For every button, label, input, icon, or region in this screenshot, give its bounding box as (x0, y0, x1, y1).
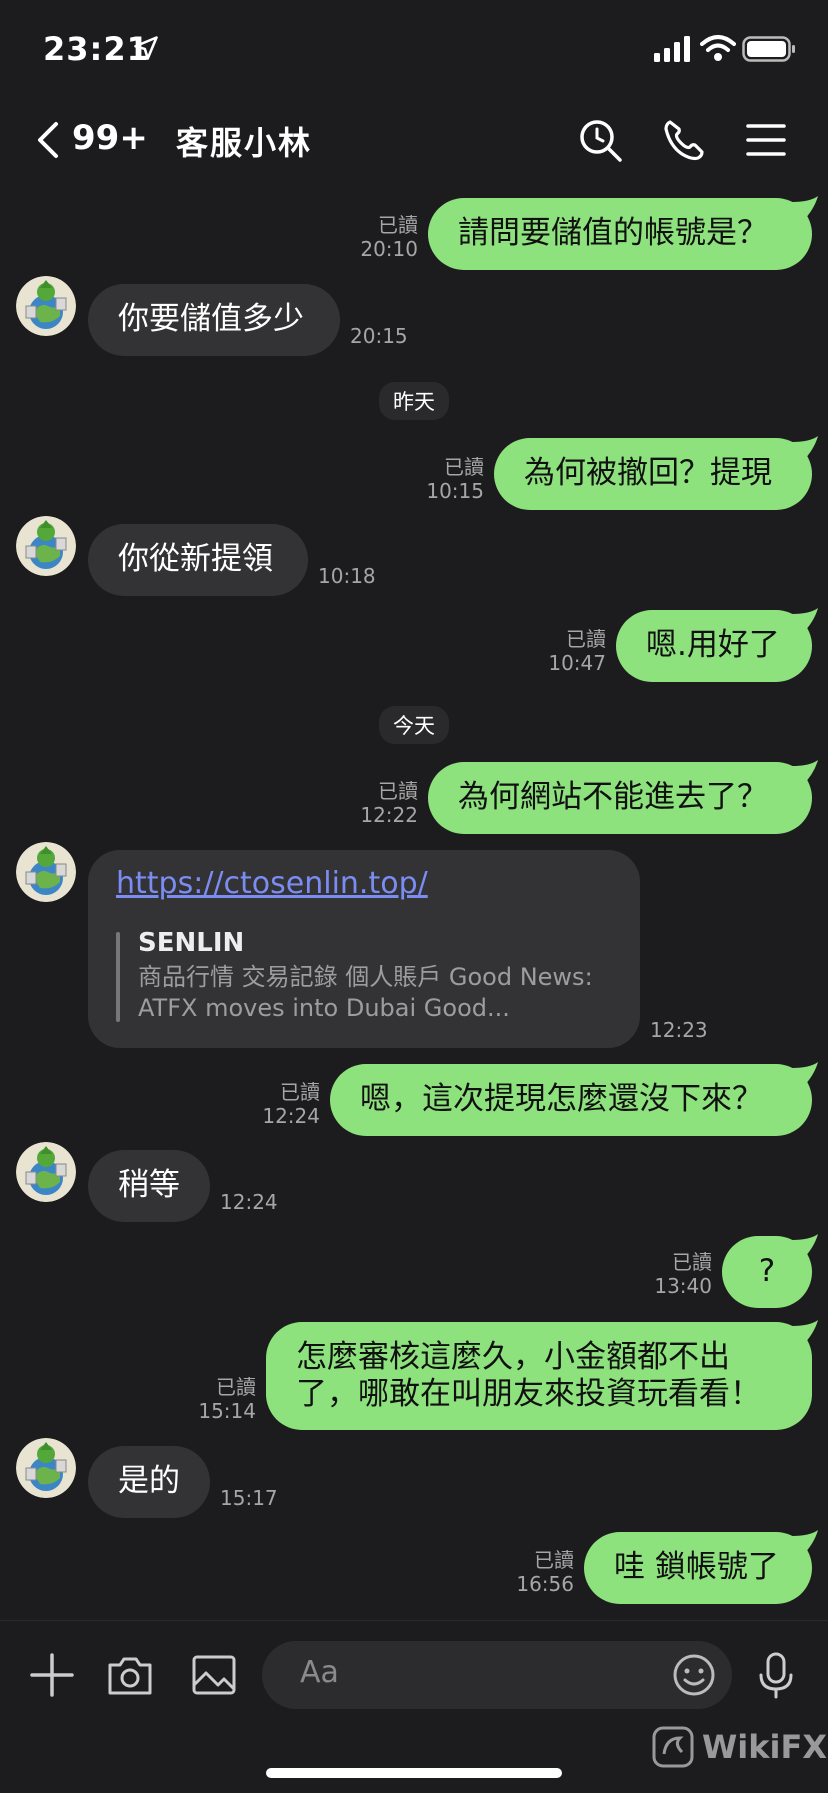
message-input[interactable]: Aa (262, 1641, 732, 1709)
bubble-tail (792, 1062, 818, 1088)
read-receipt: 已讀 (534, 1548, 574, 1572)
bubble-tail (792, 1234, 818, 1260)
wifi-icon (700, 35, 736, 61)
incoming-bubble[interactable]: 你要儲值多少 (88, 284, 340, 356)
unread-count[interactable]: 99+ (72, 118, 148, 158)
bubble-tail (792, 608, 818, 634)
read-receipt: 已讀 (280, 1080, 320, 1104)
link-description: 商品行情 交易記錄 個人賬戶 Good News: ATFX moves int… (138, 963, 593, 1022)
outgoing-bubble[interactable]: 怎麼審核這麼久，小金額都不出 了，哪敢在叫朋友來投資玩看看！ (266, 1322, 812, 1430)
message-time: 20:15 (350, 324, 408, 348)
message-time: 12:22 (360, 803, 418, 827)
phone-icon[interactable] (660, 116, 708, 164)
image-icon[interactable] (190, 1651, 238, 1699)
plus-icon[interactable] (28, 1651, 76, 1699)
home-indicator[interactable] (266, 1768, 562, 1778)
wikifx-logo-icon (652, 1726, 694, 1768)
read-receipt: 已讀 (216, 1375, 256, 1399)
status-bar: 23:21 (0, 0, 828, 100)
message-time: 10:18 (318, 564, 376, 588)
read-receipt: 已讀 (444, 455, 484, 479)
back-chevron-icon[interactable] (34, 120, 60, 160)
search-icon[interactable] (576, 116, 624, 164)
message-time: 13:40 (654, 1274, 712, 1298)
emoji-icon[interactable] (672, 1653, 716, 1697)
read-receipt: 已讀 (378, 779, 418, 803)
camera-icon[interactable] (106, 1651, 154, 1699)
link-preview-card[interactable]: https://ctosenlin.top/ SENLIN 商品行情 交易記錄 … (88, 850, 640, 1048)
incoming-bubble[interactable]: 稍等 (88, 1150, 210, 1222)
message-time: 16:56 (516, 1572, 574, 1596)
message-time: 12:24 (262, 1104, 320, 1128)
signal-icon (654, 36, 690, 62)
contact-avatar[interactable] (16, 276, 76, 336)
outgoing-bubble[interactable]: 哇 鎖帳號了 (584, 1532, 812, 1604)
bubble-tail (792, 436, 818, 462)
chat-header: 99+ 客服小林 (0, 100, 828, 180)
battery-icon (742, 36, 795, 62)
bubble-tail (792, 196, 818, 222)
message-time: 20:10 (360, 237, 418, 261)
link-title: SENLIN (138, 928, 245, 958)
contact-avatar[interactable] (16, 842, 76, 902)
outgoing-bubble[interactable]: 請問要儲值的帳號是？ (428, 198, 812, 270)
read-receipt: 已讀 (378, 213, 418, 237)
read-receipt: 已讀 (566, 627, 606, 651)
message-time: 10:15 (426, 479, 484, 503)
menu-icon[interactable] (742, 116, 790, 164)
watermark-text: WikiFX (702, 1728, 828, 1766)
quote-bar (116, 932, 120, 1022)
message-time: 15:14 (198, 1399, 256, 1423)
message-line: 怎麼審核這麼久，小金額都不出 (296, 1338, 730, 1375)
bubble-tail (792, 1530, 818, 1556)
outgoing-bubble[interactable]: 嗯.用好了 (616, 610, 812, 682)
incoming-bubble[interactable]: 你從新提領 (88, 524, 308, 596)
message-time: 12:23 (650, 1018, 708, 1042)
message-time: 15:17 (220, 1486, 278, 1510)
microphone-icon[interactable] (752, 1651, 800, 1699)
bubble-tail (792, 760, 818, 786)
outgoing-bubble[interactable]: 為何被撤回？提現 (494, 438, 812, 510)
date-separator: 今天 (379, 706, 449, 744)
message-time: 10:47 (548, 651, 606, 675)
chat-title: 客服小林 (176, 124, 313, 162)
contact-avatar[interactable] (16, 1142, 76, 1202)
location-arrow-icon (134, 36, 158, 60)
outgoing-bubble[interactable]: 嗯，這次提現怎麼還沒下來？ (330, 1064, 812, 1136)
outgoing-bubble[interactable]: 為何網站不能進去了？ (428, 762, 812, 834)
contact-avatar[interactable] (16, 1438, 76, 1498)
message-line: 了，哪敢在叫朋友來投資玩看看！ (296, 1376, 761, 1412)
read-receipt: 已讀 (672, 1250, 712, 1274)
bubble-tail (792, 1320, 818, 1346)
date-separator: 昨天 (379, 382, 449, 420)
contact-avatar[interactable] (16, 516, 76, 576)
message-time: 12:24 (220, 1190, 278, 1214)
watermark: WikiFX (652, 1726, 827, 1768)
link-url[interactable]: https://ctosenlin.top/ (116, 866, 428, 901)
incoming-bubble[interactable]: 是的 (88, 1446, 210, 1518)
